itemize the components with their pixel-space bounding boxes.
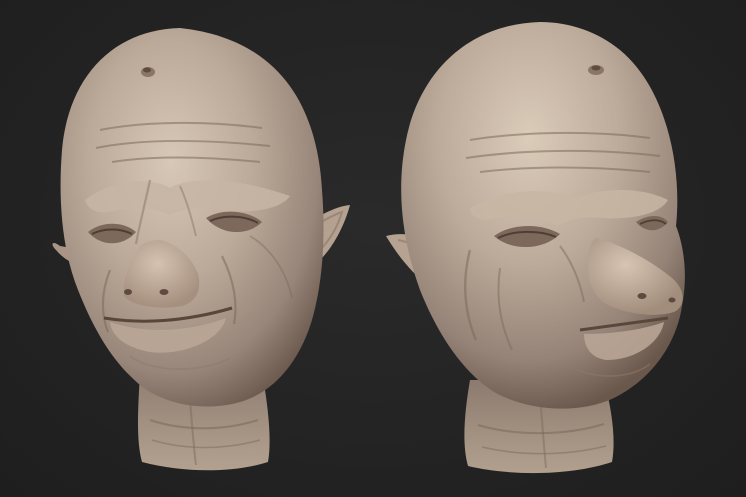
render-canvas: [52, 22, 685, 474]
head-left: [52, 28, 350, 471]
render-viewport: [0, 0, 746, 497]
head-right: [386, 22, 685, 474]
skull-left: [60, 28, 324, 407]
